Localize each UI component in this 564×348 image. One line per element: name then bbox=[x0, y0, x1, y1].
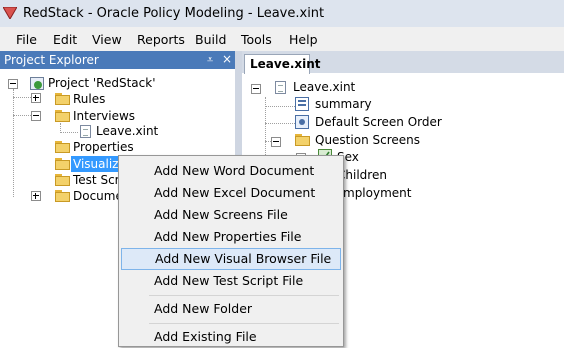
tree-item-leave-xint-root[interactable]: Leave.xint bbox=[293, 80, 355, 94]
menu-separator bbox=[149, 323, 339, 324]
document-icon bbox=[80, 125, 91, 138]
menu-item-add-test-script-file[interactable]: Add New Test Script File bbox=[119, 270, 343, 292]
menu-item-add-screens-file[interactable]: Add New Screens File bbox=[119, 204, 343, 226]
tree-item-properties[interactable]: Properties bbox=[73, 140, 134, 154]
folder-icon bbox=[55, 140, 70, 153]
tree-item-rules[interactable]: Rules bbox=[73, 92, 105, 106]
menu-file[interactable]: File bbox=[16, 32, 37, 47]
project-explorer-title: Project Explorer bbox=[4, 53, 99, 67]
tree-item-default-screen-order[interactable]: Default Screen Order bbox=[315, 115, 442, 129]
tree-line bbox=[13, 89, 14, 197]
menu-item-add-excel-document[interactable]: Add New Excel Document bbox=[119, 182, 343, 204]
screen-order-icon bbox=[295, 115, 309, 129]
menu-item-label: Add New Screens File bbox=[154, 207, 288, 222]
folder-icon bbox=[55, 109, 70, 122]
redstack-app-icon bbox=[3, 7, 17, 19]
folder-icon bbox=[55, 92, 70, 105]
collapse-toggle[interactable] bbox=[251, 84, 261, 94]
tab-label: Leave.xint bbox=[250, 57, 321, 71]
window-title: RedStack - Oracle Policy Modeling - Leav… bbox=[23, 6, 325, 21]
tree-item-employment[interactable]: mployment bbox=[343, 186, 411, 200]
menu-item-label: Add New Word Document bbox=[154, 163, 315, 178]
menu-item-add-visual-browser-file[interactable]: Add New Visual Browser File bbox=[121, 248, 341, 270]
folder-icon bbox=[55, 173, 70, 186]
menu-item-add-word-document[interactable]: Add New Word Document bbox=[119, 160, 343, 182]
tree-item-leave-xint[interactable]: Leave.xint bbox=[96, 124, 158, 138]
collapse-toggle[interactable] bbox=[271, 137, 281, 147]
tree-item-children[interactable]: Children bbox=[337, 168, 387, 182]
tree-item-project[interactable]: Project 'RedStack' bbox=[48, 76, 156, 90]
context-menu: Add New Word Document Add New Excel Docu… bbox=[118, 155, 344, 347]
menu-edit[interactable]: Edit bbox=[53, 32, 77, 47]
close-icon[interactable]: × bbox=[222, 52, 232, 66]
collapse-toggle[interactable] bbox=[8, 79, 18, 89]
collapse-toggle[interactable] bbox=[31, 111, 41, 121]
folder-icon bbox=[55, 157, 70, 170]
menu-bar: File Edit View Reports Build Tools Help bbox=[0, 27, 564, 51]
project-icon bbox=[30, 77, 44, 90]
menu-item-label: Add New Visual Browser File bbox=[155, 251, 332, 266]
menu-item-add-folder[interactable]: Add New Folder bbox=[119, 298, 343, 320]
menu-tools[interactable]: Tools bbox=[241, 32, 272, 47]
menu-item-label: Add New Properties File bbox=[154, 229, 302, 244]
folder-icon bbox=[55, 189, 70, 202]
tree-line bbox=[265, 123, 295, 124]
folder-icon bbox=[295, 133, 310, 146]
expand-toggle[interactable] bbox=[31, 93, 41, 103]
tree-line bbox=[60, 132, 78, 133]
pin-icon[interactable]: ⩡ bbox=[207, 53, 213, 67]
menu-reports[interactable]: Reports bbox=[137, 32, 185, 47]
tree-item-summary[interactable]: summary bbox=[315, 97, 372, 111]
project-explorer-header: Project Explorer ⩡ × bbox=[0, 51, 235, 69]
tab-leave-xint[interactable]: Leave.xint bbox=[244, 54, 321, 74]
menu-item-add-existing-file[interactable]: Add Existing File bbox=[119, 326, 343, 348]
menu-build[interactable]: Build bbox=[195, 32, 226, 47]
tree-line bbox=[265, 106, 295, 107]
title-bar: RedStack - Oracle Policy Modeling - Leav… bbox=[0, 0, 564, 27]
summary-icon bbox=[295, 97, 309, 111]
tree-item-interviews[interactable]: Interviews bbox=[73, 109, 135, 123]
document-icon bbox=[275, 81, 286, 94]
tree-item-question-screens[interactable]: Question Screens bbox=[315, 133, 420, 147]
tab-strip: Leave.xint bbox=[242, 51, 564, 75]
menu-item-label: Add Existing File bbox=[154, 329, 257, 344]
menu-separator bbox=[149, 295, 339, 296]
menu-view[interactable]: View bbox=[92, 32, 122, 47]
expand-toggle[interactable] bbox=[31, 191, 41, 201]
menu-help[interactable]: Help bbox=[289, 32, 318, 47]
menu-item-label: Add New Test Script File bbox=[154, 273, 304, 288]
menu-item-add-properties-file[interactable]: Add New Properties File bbox=[119, 226, 343, 248]
menu-item-label: Add New Folder bbox=[154, 301, 253, 316]
menu-item-label: Add New Excel Document bbox=[154, 185, 316, 200]
